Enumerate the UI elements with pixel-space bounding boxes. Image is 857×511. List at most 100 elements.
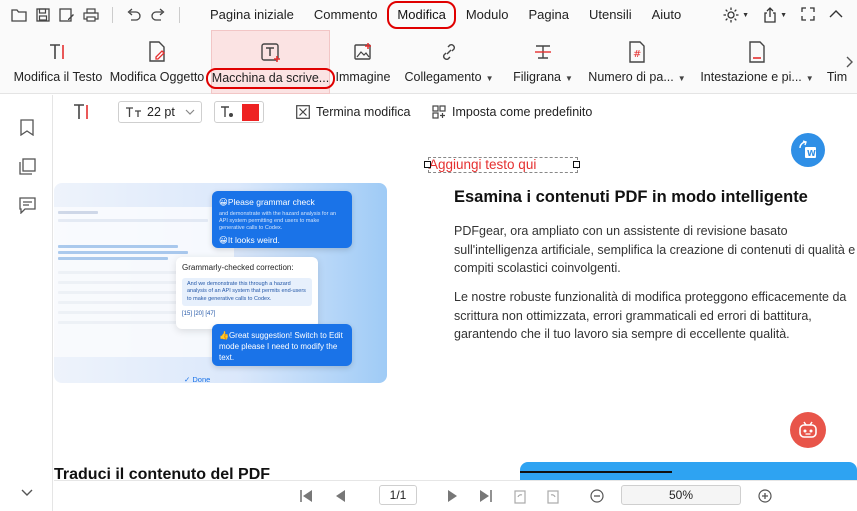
menu-commento[interactable]: Commento [304, 4, 388, 26]
zoom-level-field[interactable]: 50% [621, 485, 741, 505]
save-as-icon[interactable] [58, 6, 76, 24]
color-swatch [242, 103, 259, 121]
resize-handle-left[interactable] [424, 161, 431, 168]
card-refs: [15] [20] [47] [182, 311, 216, 318]
watermark-tool[interactable]: Filigrana ▼ [508, 30, 578, 94]
fullscreen-icon[interactable] [801, 6, 815, 24]
close-box-icon [296, 105, 310, 119]
thumbnails-icon[interactable] [17, 156, 37, 176]
zoom-in-icon[interactable] [755, 486, 775, 506]
menu-utensili[interactable]: Utensili [579, 4, 642, 26]
chevron-down-icon [185, 107, 195, 118]
header-footer-icon [745, 40, 769, 64]
section-heading: Esamina i contenuti PDF in modo intellig… [454, 188, 808, 206]
bubble-footer: 😀It looks weird. [219, 235, 280, 246]
theme-sun-icon[interactable]: ▼ [723, 7, 749, 23]
page-navigation-bar: 1/1 50% [54, 480, 857, 511]
chevron-right-icon [846, 56, 853, 68]
set-default-button[interactable]: Imposta come predefinito [432, 101, 592, 123]
divider-line [520, 471, 672, 473]
save-icon[interactable] [34, 6, 52, 24]
edit-text-tool[interactable]: Modifica il Testo [8, 30, 108, 94]
window-controls: ▼ ▼ [723, 0, 843, 30]
undo-icon[interactable] [125, 6, 143, 24]
image-icon [351, 40, 375, 64]
page-number-tool[interactable]: # Numero di pa... ▼ [588, 30, 686, 94]
menu-modulo[interactable]: Modulo [456, 4, 519, 26]
document-canvas[interactable]: 😀Please grammar check and demonstrate wi… [54, 130, 857, 480]
menu-modifica[interactable]: Modifica [387, 1, 457, 29]
grammar-request-bubble: 😀Please grammar check and demonstrate wi… [212, 191, 352, 248]
open-file-icon[interactable] [10, 6, 28, 24]
edit-ribbon: Modifica il Testo Modifica Oggetto Macch… [0, 30, 857, 94]
card-text: And we demonstrate this through a hazard… [182, 278, 312, 307]
page-number-icon: # [625, 40, 649, 64]
ai-assistant-button[interactable] [790, 412, 826, 448]
comments-icon[interactable] [17, 195, 37, 215]
share-icon[interactable]: ▼ [763, 7, 787, 23]
next-page-icon[interactable] [443, 486, 463, 506]
font-size-icon [126, 107, 141, 117]
link-icon [437, 40, 461, 64]
edit-object-tool[interactable]: Modifica Oggetto [106, 30, 208, 94]
text-tool-icon[interactable] [72, 103, 92, 124]
font-size-value: 22 pt [147, 105, 175, 119]
robot-icon [799, 421, 817, 438]
add-text-box[interactable]: Aggiungi testo qui [428, 157, 578, 173]
header-footer-tool[interactable]: Intestazione e pi... ▼ [700, 30, 814, 94]
suggestion-text: 👍Great suggestion! Switch to Edit mode p… [219, 331, 343, 363]
edit-text-label: Modifica il Testo [13, 70, 103, 84]
redo-icon[interactable] [149, 6, 167, 24]
bookmark-icon[interactable] [17, 117, 37, 137]
typewriter-tool[interactable]: Macchina da scrive... [205, 30, 336, 94]
watermark-icon [531, 40, 555, 64]
typewriter-icon [259, 41, 283, 65]
menu-pagina-iniziale[interactable]: Pagina iniziale [200, 4, 304, 26]
edit-object-label: Modifica Oggetto [109, 70, 205, 84]
zoom-out-icon[interactable] [587, 486, 607, 506]
text-color-icon [221, 106, 233, 117]
text-color-picker[interactable] [214, 101, 264, 123]
bubble-title: 😀Please grammar check [219, 197, 315, 207]
typewriter-label: Macchina da scrive... [205, 68, 336, 89]
chevron-down-icon[interactable] [17, 483, 37, 503]
set-default-label: Imposta come predefinito [452, 105, 593, 119]
image-label: Immagine [335, 70, 391, 84]
last-page-icon[interactable] [476, 486, 496, 506]
link-tool[interactable]: Collegamento ▼ [403, 30, 495, 94]
add-text-placeholder: Aggiungi testo qui [429, 157, 537, 172]
bubble-quote: and demonstrate with the hazard analysis… [219, 211, 337, 232]
page-number-field[interactable]: 1/1 [379, 485, 417, 505]
print-icon[interactable] [82, 6, 100, 24]
font-size-select[interactable]: 22 pt [118, 101, 202, 123]
card-title: Grammarly-checked correction: [182, 263, 294, 272]
header-footer-label: Intestazione e pi... ▼ [700, 70, 814, 84]
image-tool[interactable]: Immagine [333, 30, 393, 94]
suggestion-bubble: 👍Great suggestion! Switch to Edit mode p… [212, 324, 352, 366]
hero-image: 😀Please grammar check and demonstrate wi… [54, 183, 387, 383]
set-default-icon [432, 105, 446, 119]
rotate-left-icon[interactable] [510, 486, 530, 506]
finish-edit-label: Termina modifica [316, 105, 411, 119]
first-page-icon[interactable] [296, 486, 316, 506]
title-bar: Pagina iniziale Commento Modifica Modulo… [0, 0, 857, 30]
quick-access-toolbar [0, 6, 186, 24]
main-menu: Pagina iniziale Commento Modifica Modulo… [200, 1, 692, 29]
convert-to-word-button[interactable]: W [791, 133, 825, 167]
svg-text:W: W [807, 149, 816, 158]
ribbon-scroll-right[interactable] [843, 30, 857, 94]
menu-pagina[interactable]: Pagina [518, 4, 578, 26]
finish-edit-button[interactable]: Termina modifica [296, 101, 410, 123]
text-format-toolbar: 22 pt Termina modifica Imposta come pred… [54, 95, 857, 130]
svg-text:#: # [633, 49, 641, 60]
left-sidebar [0, 95, 53, 511]
rotate-right-icon[interactable] [543, 486, 563, 506]
previous-page-icon[interactable] [330, 486, 350, 506]
resize-handle-right[interactable] [573, 161, 580, 168]
page-number-label: Numero di pa... ▼ [588, 70, 686, 84]
menu-aiuto[interactable]: Aiuto [642, 4, 692, 26]
paragraph-2: Le nostre robuste funzionalità di modifi… [454, 290, 847, 341]
collapse-ribbon-icon[interactable] [829, 8, 843, 22]
translate-heading: Traduci il contenuto del PDF [54, 466, 271, 480]
watermark-label: Filigrana ▼ [513, 70, 573, 84]
